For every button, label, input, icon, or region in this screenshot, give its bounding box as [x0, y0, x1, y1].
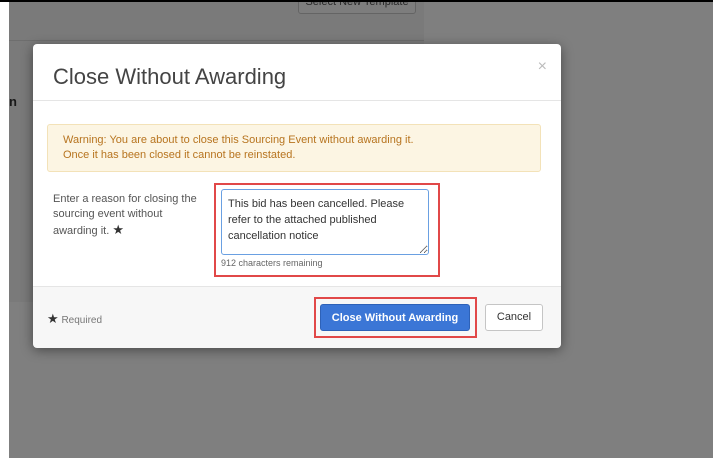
required-star-icon: ★ — [47, 311, 59, 326]
dialog-header: Close Without Awarding × — [33, 44, 561, 101]
reason-textarea[interactable]: This bid has been cancelled. Please refe… — [221, 189, 429, 255]
warning-text-line1: Warning: You are about to close this Sou… — [63, 134, 414, 146]
required-note-text: Required — [61, 315, 103, 326]
warning-text-line2: Once it has been closed it cannot be rei… — [63, 149, 296, 161]
required-star-icon: ★ — [112, 222, 124, 237]
warning-alert: Warning: You are about to close this Sou… — [47, 124, 541, 172]
page: Select New Template n Close Without Awar… — [9, 2, 713, 458]
dialog-title: Close Without Awarding — [53, 64, 287, 89]
dialog-footer: ★ Required Close Without Awarding Cancel — [33, 286, 561, 348]
close-without-awarding-button[interactable]: Close Without Awarding — [320, 304, 470, 331]
required-note: ★ Required — [47, 311, 102, 327]
characters-remaining: 912 characters remaining — [221, 258, 323, 268]
reason-label: Enter a reason for closing the sourcing … — [53, 192, 203, 239]
close-icon[interactable]: × — [538, 58, 547, 76]
reason-label-text: Enter a reason for closing the sourcing … — [53, 193, 197, 237]
cancel-button[interactable]: Cancel — [485, 304, 543, 331]
left-margin — [0, 2, 9, 458]
close-without-awarding-dialog: Close Without Awarding × Warning: You ar… — [33, 44, 561, 348]
